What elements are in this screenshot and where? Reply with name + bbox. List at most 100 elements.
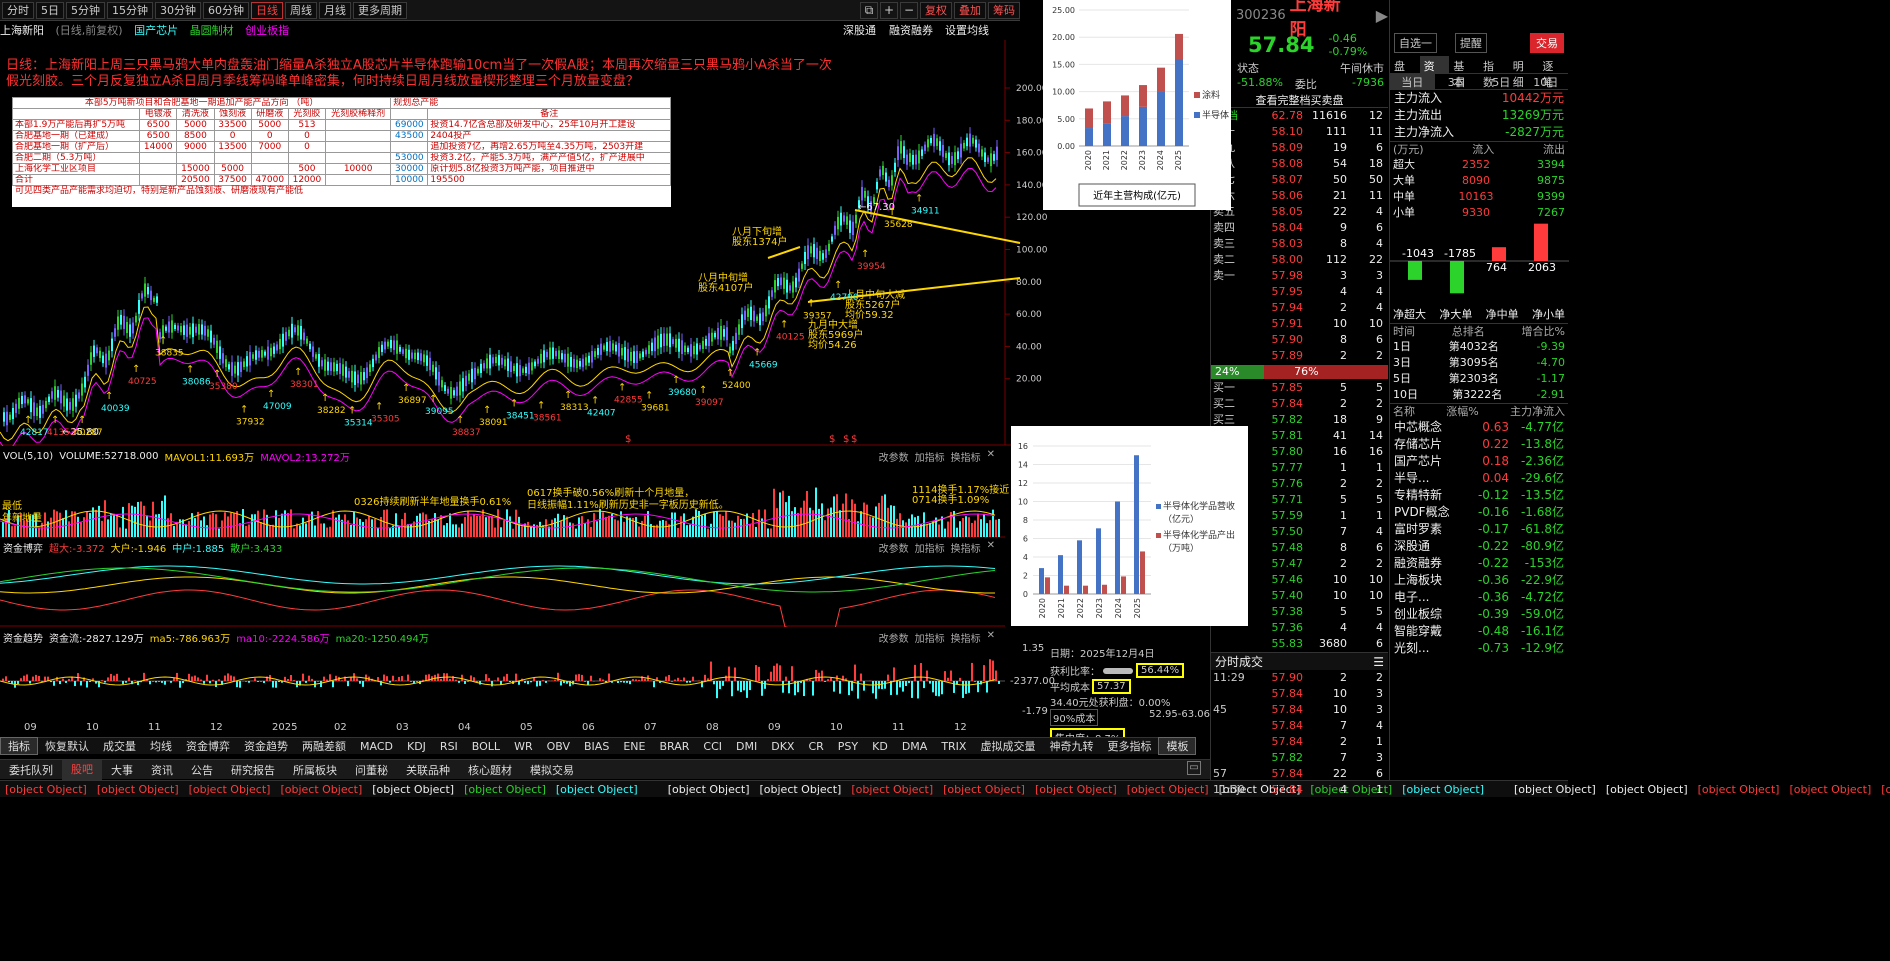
fund-add-indicator[interactable]: 加指标 [915,540,945,555]
sector-row[interactable]: 上海板块 -0.36 -22.9亿 [1390,572,1568,589]
ma-settings-link[interactable]: 设置均线 [945,22,989,38]
toolbar-btn-1[interactable]: 叠加 [954,1,986,19]
sector-row[interactable]: 融资融券 -0.22 -153亿 [1390,555,1568,572]
minus-icon[interactable]: − [900,1,918,19]
indicator-9[interactable]: RSI [433,740,465,753]
vol-edit-params[interactable]: 改参数 [879,449,909,464]
fund-edit-params[interactable]: 改参数 [879,540,909,555]
close-icon[interactable]: ✕ [987,449,995,464]
sector-row[interactable]: PVDF概念 -0.16 -1.68亿 [1390,504,1568,521]
indicator-25[interactable]: 神奇九转 [1042,738,1100,754]
indicator-14[interactable]: ENE [616,740,652,753]
indicator-1[interactable]: 恢复默认 [38,738,96,754]
rp-tab-0[interactable]: 盘口 [1390,56,1420,89]
tab-2[interactable]: 大事 [102,762,142,778]
plus-icon[interactable]: + [880,1,898,19]
tab-3[interactable]: 资讯 [142,762,182,778]
tab-1[interactable]: 股吧 [62,759,102,780]
indicator-3[interactable]: 均线 [143,738,179,754]
toolbar-btn-0[interactable]: 复权 [920,1,952,19]
toolbar-btn-2[interactable]: 筹码 [988,1,1020,19]
sector-row[interactable]: 国产芯片 0.18 -2.36亿 [1390,453,1568,470]
period-8[interactable]: 月线 [319,1,351,19]
margin-link[interactable]: 融资融券 [889,22,933,38]
indicator-8[interactable]: KDJ [400,740,433,753]
rp-subtab-1[interactable]: 3日 [1435,74,1480,89]
period-6[interactable]: 日线 [251,1,283,19]
indicator-0[interactable]: 指标 [0,737,38,755]
indicator-15[interactable]: BRAR [652,740,696,753]
rp-tab-1[interactable]: 资金 [1419,56,1450,89]
indicator-11[interactable]: WR [507,740,540,753]
period-1[interactable]: 5日 [36,1,64,19]
sector-row[interactable]: 智能穿戴 -0.48 -16.1亿 [1390,623,1568,640]
indicator-13[interactable]: BIAS [577,740,616,753]
tag-domestic-chip[interactable]: 国产芯片 [134,24,178,37]
range-label[interactable]: 90%成本 [1050,709,1099,726]
indicator-27[interactable]: 模板 [1158,737,1197,755]
sector-row[interactable]: 专精特新 -0.12 -13.5亿 [1390,487,1568,504]
period-7[interactable]: 周线 [285,1,317,19]
tab-10[interactable]: 模拟交易 [521,762,583,778]
tab-7[interactable]: 问董秘 [346,762,397,778]
hk-connect-link[interactable]: 深股通 [843,22,876,38]
rp-subtab-3[interactable]: 10日 [1524,74,1569,89]
indicator-6[interactable]: 两融差额 [295,738,353,754]
tab-8[interactable]: 关联品种 [397,762,459,778]
period-4[interactable]: 30分钟 [155,1,201,19]
chevron-right-icon[interactable]: ▶ [1376,6,1388,25]
rp-subtab-0[interactable]: 当日 [1390,74,1435,89]
period-9[interactable]: 更多周期 [353,1,407,19]
tab-6[interactable]: 所属板块 [284,762,346,778]
rp-tab-2[interactable]: 基本 [1449,56,1479,89]
sector-row[interactable]: 半导... 0.04 -29.6亿 [1390,470,1568,487]
period-5[interactable]: 60分钟 [203,1,249,19]
indicator-7[interactable]: MACD [353,740,400,753]
indicator-17[interactable]: DMI [729,740,764,753]
tag-gem-index[interactable]: 创业板指 [245,24,289,37]
period-0[interactable]: 分时 [2,1,34,19]
indicator-2[interactable]: 成交量 [96,738,143,754]
period-2[interactable]: 5分钟 [66,1,105,19]
tab-4[interactable]: 公告 [182,762,222,778]
rp-subtab-2[interactable]: 5日 [1479,74,1524,89]
tab-0[interactable]: 委托队列 [0,762,62,778]
sector-row[interactable]: 深股通 -0.22 -80.9亿 [1390,538,1568,555]
indicator-26[interactable]: 更多指标 [1100,738,1158,754]
indicator-16[interactable]: CCI [696,740,729,753]
trend-edit-params[interactable]: 改参数 [879,630,909,645]
expand-icon[interactable]: ☰ [1373,653,1388,670]
rp-tab-4[interactable]: 明细 [1509,56,1539,89]
indicator-4[interactable]: 资金博弈 [179,738,237,754]
view-full-book-link[interactable]: 查看完整档买卖盘 [1211,92,1388,108]
close-icon[interactable]: ✕ [987,540,995,555]
indicator-24[interactable]: 虚拟成交量 [973,738,1042,754]
sector-row[interactable]: 光刻... -0.73 -12.9亿 [1390,640,1568,657]
indicator-21[interactable]: KD [865,740,895,753]
indicator-22[interactable]: DMA [895,740,935,753]
vol-swap-indicator[interactable]: 换指标 [951,449,981,464]
indicator-23[interactable]: TRIX [934,740,973,753]
rp-tab-3[interactable]: 指数 [1479,56,1509,89]
trend-add-indicator[interactable]: 加指标 [915,630,945,645]
indicator-5[interactable]: 资金趋势 [237,738,295,754]
watchlist-button[interactable]: 自选一 [1394,33,1437,53]
tag-wafer[interactable]: 晶圆制材 [190,24,234,37]
sector-row[interactable]: 中芯概念 0.63 -4.77亿 [1390,419,1568,436]
tab-9[interactable]: 核心题材 [459,762,521,778]
rp-tab-5[interactable]: 逐笔 [1538,56,1568,89]
tab-5[interactable]: 研究报告 [222,762,284,778]
indicator-12[interactable]: OBV [540,740,577,753]
fund-swap-indicator[interactable]: 换指标 [951,540,981,555]
collapse-icon[interactable]: ▭ [1187,761,1201,775]
indicator-10[interactable]: BOLL [465,740,507,753]
period-3[interactable]: 15分钟 [107,1,153,19]
trend-swap-indicator[interactable]: 换指标 [951,630,981,645]
vol-add-indicator[interactable]: 加指标 [915,449,945,464]
indicator-18[interactable]: DKX [764,740,801,753]
trade-button[interactable]: 交易 [1530,33,1564,53]
sector-row[interactable]: 创业板综 -0.39 -59.0亿 [1390,606,1568,623]
alert-button[interactable]: 提醒 [1455,33,1487,53]
indicator-20[interactable]: PSY [831,740,865,753]
sector-row[interactable]: 富时罗素 -0.17 -61.8亿 [1390,521,1568,538]
